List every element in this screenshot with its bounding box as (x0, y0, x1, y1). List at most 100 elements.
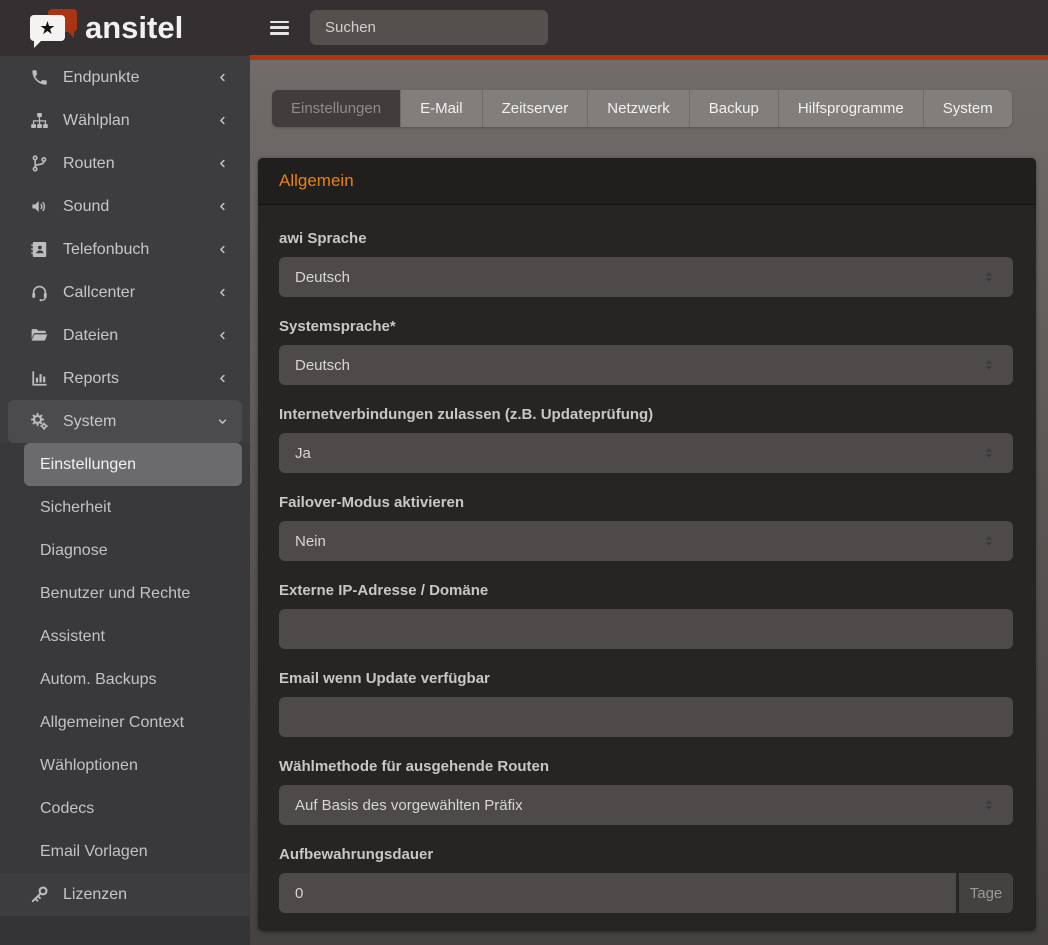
code-branch-icon (30, 154, 49, 173)
brand-logo[interactable]: ★ ansitel (0, 0, 250, 56)
sidebar-item-endpunkte[interactable]: Endpunkte (0, 56, 250, 99)
sidebar-subitem-sicherheit[interactable]: Sicherheit (24, 486, 242, 529)
form-field-awi-sprache: awi Sprache Deutsch (279, 229, 1013, 297)
address-book-icon (30, 240, 49, 259)
panel-header: Allgemein (258, 158, 1036, 205)
sitemap-icon (30, 111, 49, 130)
select-value: Deutsch (295, 269, 350, 286)
sidebar-subitem-waehloptionen[interactable]: Wähloptionen (24, 744, 242, 787)
select-arrows-icon (981, 357, 997, 373)
headset-icon (30, 283, 49, 302)
tab-system[interactable]: System (923, 90, 1012, 127)
topbar (250, 0, 1048, 60)
sidebar-item-label: Telefonbuch (63, 241, 217, 259)
field-label: Aufbewahrungsdauer (279, 845, 1013, 864)
chevron-down-icon (217, 416, 228, 427)
select-value: Ja (295, 445, 311, 462)
settings-panel: Allgemein awi Sprache Deutsch Systemspra… (258, 158, 1036, 931)
chevron-left-icon (217, 373, 228, 384)
panel-title: Allgemein (279, 171, 354, 191)
search-input[interactable] (310, 10, 548, 45)
phone-icon (30, 68, 49, 87)
sidebar-item-label: Dateien (63, 327, 217, 345)
select-internetverbindungen[interactable]: Ja (279, 433, 1013, 473)
tab-email[interactable]: E-Mail (400, 90, 482, 127)
volume-icon (30, 197, 49, 216)
sidebar-item-lizenzen[interactable]: Lizenzen (0, 873, 250, 916)
form-field-aufbewahrungsdauer: Aufbewahrungsdauer Tage (279, 845, 1013, 913)
sidebar-item-system[interactable]: System (8, 400, 242, 443)
key-icon (30, 885, 49, 904)
input-externe-ip[interactable] (279, 609, 1013, 649)
field-label: awi Sprache (279, 229, 1013, 248)
form-field-internetverbindungen: Internetverbindungen zulassen (z.B. Upda… (279, 405, 1013, 473)
input-aufbewahrungsdauer[interactable] (279, 873, 956, 913)
sidebar-subitem-label: Wähloptionen (40, 757, 138, 775)
tab-zeitserver[interactable]: Zeitserver (482, 90, 588, 127)
select-arrows-icon (981, 797, 997, 813)
chevron-left-icon (217, 115, 228, 126)
select-waehlmethode[interactable]: Auf Basis des vorgewählten Präfix (279, 785, 1013, 825)
field-label: Externe IP-Adresse / Domäne (279, 581, 1013, 600)
sidebar: ★ ansitel Endpunkte Wählplan Routen Soun… (0, 0, 250, 945)
field-label: Email wenn Update verfügbar (279, 669, 1013, 688)
brand-name: ansitel (85, 10, 183, 46)
sidebar-subitem-codecs[interactable]: Codecs (24, 787, 242, 830)
bar-chart-icon (30, 369, 49, 388)
form-field-externe-ip: Externe IP-Adresse / Domäne (279, 581, 1013, 649)
sidebar-subitem-label: Assistent (40, 628, 105, 646)
tab-hilfsprogramme[interactable]: Hilfsprogramme (778, 90, 923, 127)
select-failover-modus[interactable]: Nein (279, 521, 1013, 561)
sidebar-item-label: Lizenzen (63, 886, 228, 904)
sidebar-item-label: Callcenter (63, 284, 217, 302)
sidebar-item-label: Reports (63, 370, 217, 388)
sidebar-subitem-label: Benutzer und Rechte (40, 585, 190, 603)
sidebar-subitem-einstellungen[interactable]: Einstellungen (24, 443, 242, 486)
form-field-systemsprache: Systemsprache* Deutsch (279, 317, 1013, 385)
folder-open-icon (30, 326, 49, 345)
select-awi-sprache[interactable]: Deutsch (279, 257, 1013, 297)
sidebar-item-label: Routen (63, 155, 217, 173)
sidebar-item-label: Endpunkte (63, 69, 217, 87)
select-value: Nein (295, 533, 326, 550)
sidebar-subitem-assistent[interactable]: Assistent (24, 615, 242, 658)
sidebar-subitem-diagnose[interactable]: Diagnose (24, 529, 242, 572)
select-value: Auf Basis des vorgewählten Präfix (295, 797, 523, 814)
chevron-left-icon (217, 158, 228, 169)
star-glyph: ★ (39, 19, 55, 37)
field-label: Failover-Modus aktivieren (279, 493, 1013, 512)
sidebar-menu: Endpunkte Wählplan Routen Sound Telefonb… (0, 56, 250, 945)
tab-netzwerk[interactable]: Netzwerk (587, 90, 689, 127)
sidebar-subitem-benutzer-und-rechte[interactable]: Benutzer und Rechte (24, 572, 242, 615)
sidebar-item-dateien[interactable]: Dateien (0, 314, 250, 357)
select-value: Deutsch (295, 357, 350, 374)
sidebar-item-telefonbuch[interactable]: Telefonbuch (0, 228, 250, 271)
speech-bubble-star-icon: ★ (30, 9, 82, 49)
sidebar-item-label: Wählplan (63, 112, 217, 130)
panel-body: awi Sprache Deutsch Systemsprache* Deuts… (258, 205, 1036, 931)
sidebar-item-routen[interactable]: Routen (0, 142, 250, 185)
sidebar-subitem-autom-backups[interactable]: Autom. Backups (24, 658, 242, 701)
sidebar-item-sound[interactable]: Sound (0, 185, 250, 228)
chevron-left-icon (217, 72, 228, 83)
input-email-update[interactable] (279, 697, 1013, 737)
sidebar-subitem-label: Codecs (40, 800, 94, 818)
select-systemsprache[interactable]: Deutsch (279, 345, 1013, 385)
tab-einstellungen[interactable]: Einstellungen (272, 90, 400, 127)
field-label: Systemsprache* (279, 317, 1013, 336)
sidebar-subitem-label: Einstellungen (40, 456, 136, 474)
chevron-left-icon (217, 201, 228, 212)
input-group: Tage (279, 873, 1013, 913)
sidebar-subitem-allgemeiner-context[interactable]: Allgemeiner Context (24, 701, 242, 744)
chevron-left-icon (217, 244, 228, 255)
sidebar-item-callcenter[interactable]: Callcenter (0, 271, 250, 314)
gears-icon (30, 412, 49, 431)
sidebar-item-reports[interactable]: Reports (0, 357, 250, 400)
hamburger-menu-icon[interactable] (270, 21, 289, 35)
input-addon: Tage (959, 873, 1013, 913)
sidebar-subitem-email-vorlagen[interactable]: Email Vorlagen (24, 830, 242, 873)
select-arrows-icon (981, 269, 997, 285)
tab-backup[interactable]: Backup (689, 90, 778, 127)
form-field-waehlmethode: Wählmethode für ausgehende Routen Auf Ba… (279, 757, 1013, 825)
sidebar-item-waehlplan[interactable]: Wählplan (0, 99, 250, 142)
